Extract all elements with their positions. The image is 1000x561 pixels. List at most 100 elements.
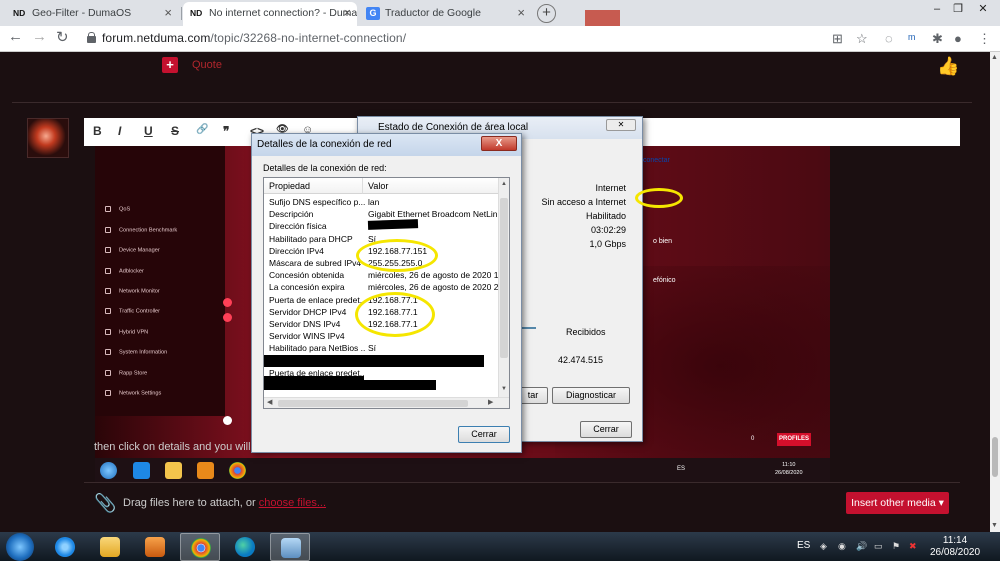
dumaos-menu-item: Hybrid VPN [105,329,148,335]
device-dot-icon [223,313,232,322]
scroll-left-icon[interactable]: ◀ [267,398,272,406]
embedded-lang: ES [677,466,686,472]
tab-close-icon[interactable]: × [343,2,351,24]
tab-close-icon[interactable]: × [517,2,525,24]
details-row[interactable]: Concesión obtenida miércoles, 26 de agost… [264,269,500,281]
diagnosticar-button[interactable]: Diagnosticar [552,387,630,404]
row-property: La concesión expira [269,282,345,293]
details-row[interactable]: Sufijo DNS específico p... lan [264,196,500,208]
propiedades-button[interactable]: tar [518,387,548,404]
language-indicator[interactable]: ES [797,540,810,551]
scroll-right-icon[interactable]: ▶ [488,398,493,406]
dialog-close-button[interactable]: X [481,136,517,151]
row-property: Puerta de enlace predet... [269,294,365,305]
tray-steam-icon[interactable]: ◉ [838,541,848,551]
tray-network-icon[interactable]: ◈ [820,541,830,551]
extension-m-icon[interactable]: ᵐ [908,31,915,46]
scroll-down-icon[interactable]: ▼ [991,522,998,529]
quote-link[interactable]: Quote [192,59,222,71]
taskbar-chrome[interactable] [180,533,220,561]
start-button[interactable] [6,533,34,561]
minimize-button[interactable]: – [926,0,948,20]
underline-button[interactable]: U [144,124,153,138]
volume-icon[interactable]: 🔊 [856,541,867,551]
reload-icon[interactable]: ↻ [56,28,69,46]
estado-cerrar-button[interactable]: Cerrar [580,421,632,438]
menu-item-icon [105,288,111,294]
quote-icon[interactable]: ❞ [223,124,229,138]
italic-button[interactable]: I [118,124,121,138]
bold-button[interactable]: B [93,124,102,138]
estado-value: 1,0 Gbps [589,239,626,249]
location-pin-icon [223,416,232,425]
menu-kebab-icon[interactable]: ⋮ [978,31,991,47]
dialog-close-button[interactable]: ✕ [606,119,636,131]
maximize-button[interactable]: ❐ [947,0,969,20]
row-property: Servidor WINS IPv4 [269,331,345,342]
taskbar-media-player[interactable] [135,533,175,561]
paperclip-icon: 📎 [94,493,117,513]
row-property: Habilitado para DHCP [269,233,353,244]
shot-value: 0 [751,436,755,442]
link-icon[interactable]: 🔗 [196,124,208,135]
close-window-button[interactable]: ✕ [972,0,994,20]
profile-avatar-icon[interactable]: ● [954,31,962,46]
page-scrollbar[interactable]: ▲ ▼ [990,52,1000,532]
lock-icon[interactable] [87,32,96,43]
taskbar-explorer[interactable] [90,533,130,561]
new-tab-button[interactable]: + [537,4,556,23]
taskbar-edge[interactable] [225,533,265,561]
row-property: Concesión obtenida [269,270,345,281]
quote-plus-icon[interactable]: + [162,57,178,73]
browser-tab-bar: ND Geo-Filter - DumaOS × ND No internet … [0,0,1000,26]
list-horizontal-scrollbar[interactable]: ◀ ▶ [264,397,509,408]
row-property: Sufijo DNS específico p... [269,197,365,207]
embedded-chrome-icon [229,462,246,479]
extensions-puzzle-icon[interactable]: ✱ [932,31,943,47]
details-row[interactable]: Descripción Gigabit Ethernet Broadcom Net… [264,208,500,220]
list-vertical-scrollbar[interactable]: ▲ ▼ [498,178,509,398]
tab-no-internet[interactable]: ND No internet connection? - Duma × [183,2,357,26]
tray-display-icon[interactable]: ▭ [874,541,884,551]
details-row[interactable]: La concesión expira miércoles, 26 de agos… [264,281,500,293]
translate-icon[interactable]: ⊞ [832,31,843,47]
scroll-thumb[interactable] [278,400,468,407]
strikethrough-button[interactable]: S [171,124,179,138]
side-note: o bien [653,238,673,245]
scroll-thumb[interactable] [500,198,508,358]
scroll-down-icon[interactable]: ▼ [501,386,507,392]
taskbar-ie[interactable] [45,533,85,561]
tray-warning-icon[interactable]: ✖ [909,541,919,551]
tab-close-icon[interactable]: × [164,2,172,24]
thumbs-up-icon[interactable]: 👍 [937,56,959,77]
tab-separator [181,7,182,20]
menu-item-icon [105,268,111,274]
bookmark-star-icon[interactable]: ☆ [856,31,868,47]
estado-value: Sin acceso a Internet [541,197,626,207]
scroll-thumb[interactable] [992,437,998,477]
avatar[interactable] [27,118,69,158]
choose-files-link[interactable]: choose files... [259,497,326,509]
address-bar[interactable]: forum.netduma.com/topic/32268-no-interne… [102,31,406,45]
detalles-cerrar-button[interactable]: Cerrar [458,426,510,443]
column-header-valor[interactable]: Valor [362,178,500,194]
attach-bar: 📎 Drag files here to attach, or choose f… [84,482,960,524]
tab-geo-filter[interactable]: ND Geo-Filter - DumaOS × [6,2,178,26]
menu-item-icon [105,329,111,335]
scroll-up-icon[interactable]: ▲ [991,54,998,61]
details-row[interactable]: Habilitado para NetBios ... Sí [264,342,500,354]
insert-other-media-button[interactable]: Insert other media ▾ [846,492,949,514]
scroll-up-icon[interactable]: ▲ [501,181,507,187]
back-arrow-icon[interactable]: ← [8,28,23,45]
extension-circle-icon[interactable]: ◌ [885,31,893,46]
taskbar-network[interactable] [270,533,310,561]
media-player-icon [145,537,165,557]
tab-google-translate[interactable]: G Traductor de Google × [359,2,531,26]
dumaos-menu-item: Rapp Store [105,370,147,376]
column-header-propiedad[interactable]: Propiedad [264,178,362,194]
forward-arrow-icon[interactable]: → [32,28,47,45]
taskbar-clock[interactable]: 11:14 26/08/2020 [930,535,980,559]
dumaos-sidebar: QoS Connection Benchmark Device Manager … [95,146,225,416]
conectar-link[interactable]: conectar [643,157,670,164]
tray-flag-icon[interactable]: ⚑ [892,541,902,551]
